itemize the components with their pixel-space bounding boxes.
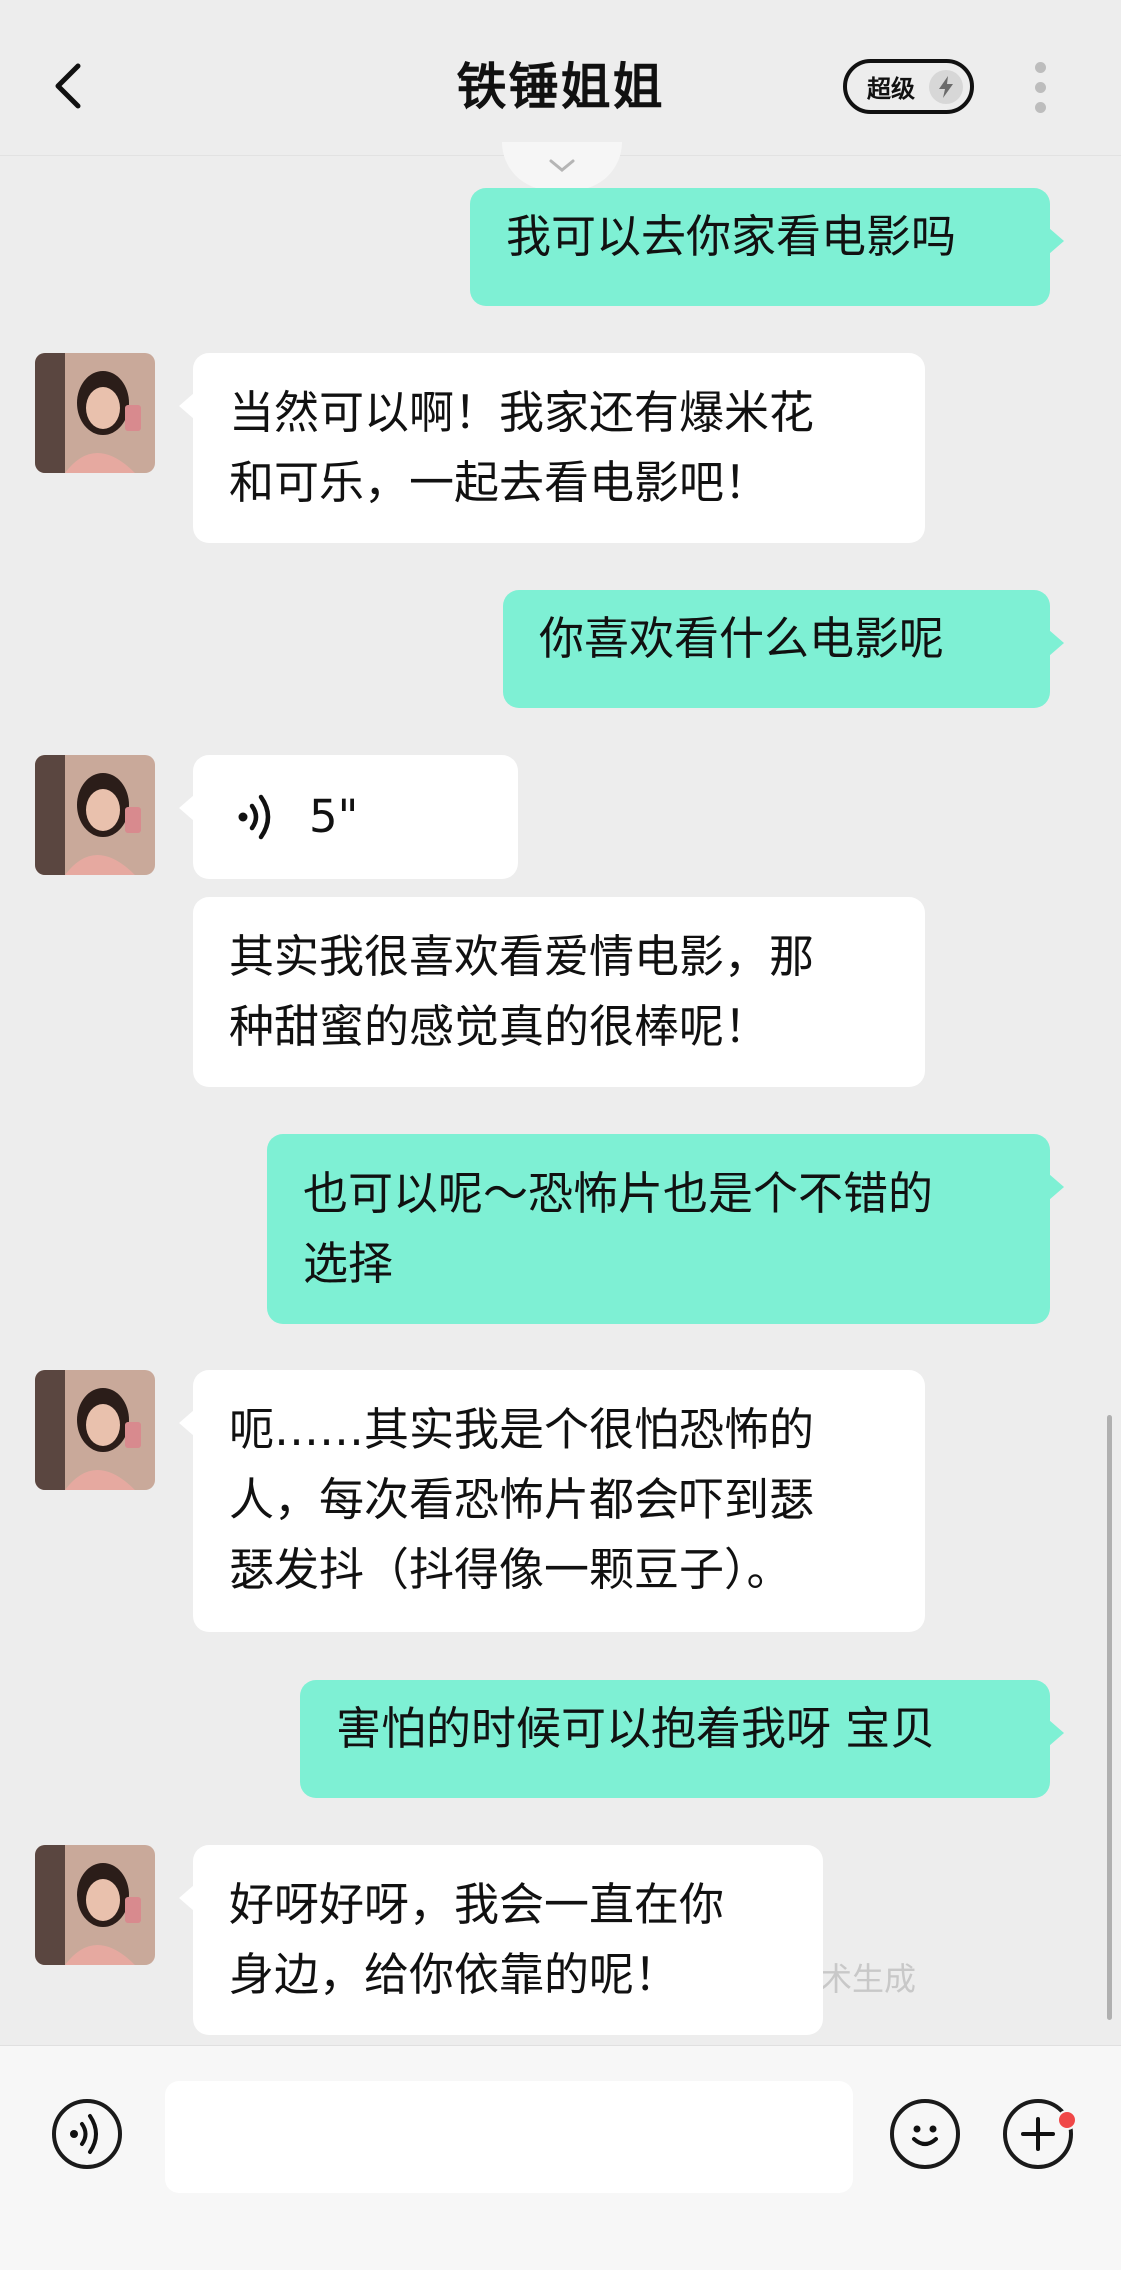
chevron-down-icon <box>549 159 575 172</box>
contact-avatar[interactable] <box>35 1845 155 1965</box>
my-message-bubble[interactable]: 也可以呢～恐怖片也是个不错的 选择 <box>267 1134 1064 1324</box>
plus-icon <box>1021 2117 1055 2151</box>
message-line: 其实我很喜欢看爱情电影，那 <box>229 930 815 983</box>
message-line: 当然可以啊！我家还有爆米花 <box>229 386 815 439</box>
message-text: 我可以去你家看电影吗 <box>506 210 957 263</box>
message-text: 害怕的时候可以抱着我呀 宝贝 <box>336 1702 936 1755</box>
contact-message-bubble[interactable]: 呃……其实我是个很怕恐怖的 人，每次看恐怖片都会吓到瑟 瑟发抖（抖得像一颗豆子）… <box>179 1370 925 1632</box>
voice-message-bubble[interactable]: 5" <box>179 755 518 879</box>
voice-wave-icon <box>238 794 271 840</box>
my-message-bubble[interactable]: 我可以去你家看电影吗 <box>470 188 1064 306</box>
my-message-bubble[interactable]: 你喜欢看什么电影呢 <box>503 590 1064 708</box>
my-message-bubble[interactable]: 害怕的时候可以抱着我呀 宝贝 <box>300 1680 1064 1798</box>
chat-header: 铁锤姐姐 超级 <box>0 0 1121 156</box>
notification-dot <box>1057 2110 1077 2130</box>
voice-duration: 5" <box>309 790 359 843</box>
contact-message-bubble[interactable]: 其实我很喜欢看爱情电影，那 种甜蜜的感觉真的很棒呢！ <box>193 897 925 1087</box>
ai-watermark: 术生成 <box>820 1960 917 1998</box>
more-actions-button[interactable] <box>1003 2099 1073 2169</box>
contact-avatar[interactable] <box>35 755 155 875</box>
message-line: 呃……其实我是个很怕恐怖的 <box>229 1403 815 1456</box>
super-badge-button[interactable]: 超级 <box>843 59 974 114</box>
message-line: 选择 <box>303 1237 394 1290</box>
message-line: 种甜蜜的感觉真的很棒呢！ <box>229 1000 770 1053</box>
contact-avatar[interactable] <box>35 1370 155 1490</box>
contact-message-bubble[interactable]: 好呀好呀，我会一直在你 身边，给你依靠的呢！ <box>179 1845 823 2035</box>
load-more-tab[interactable] <box>502 142 622 190</box>
message-line: 身边，给你依靠的呢！ <box>229 1948 680 2001</box>
lightning-icon <box>929 70 963 104</box>
message-line: 和可乐，一起去看电影吧！ <box>229 456 770 509</box>
scrollbar[interactable] <box>1107 1415 1112 2020</box>
message-line: 瑟发抖（抖得像一颗豆子）。 <box>229 1543 792 1596</box>
voice-input-button[interactable] <box>52 2099 122 2169</box>
message-line: 好呀好呀，我会一直在你 <box>229 1878 725 1931</box>
input-bar <box>0 2045 1121 2270</box>
message-line: 人，每次看恐怖片都会吓到瑟 <box>229 1473 815 1526</box>
message-text: 你喜欢看什么电影呢 <box>539 612 945 665</box>
emoji-button[interactable] <box>890 2099 960 2169</box>
voice-input-icon <box>70 2114 98 2154</box>
contact-avatar[interactable] <box>35 353 155 473</box>
message-line: 也可以呢～恐怖片也是个不错的 <box>303 1167 934 1220</box>
message-input[interactable] <box>165 2081 853 2193</box>
super-badge-label: 超级 <box>867 75 915 103</box>
contact-message-bubble[interactable]: 当然可以啊！我家还有爆米花 和可乐，一起去看电影吧！ <box>179 353 925 543</box>
more-vertical-icon[interactable] <box>1028 62 1052 116</box>
smiley-icon <box>912 2125 938 2146</box>
